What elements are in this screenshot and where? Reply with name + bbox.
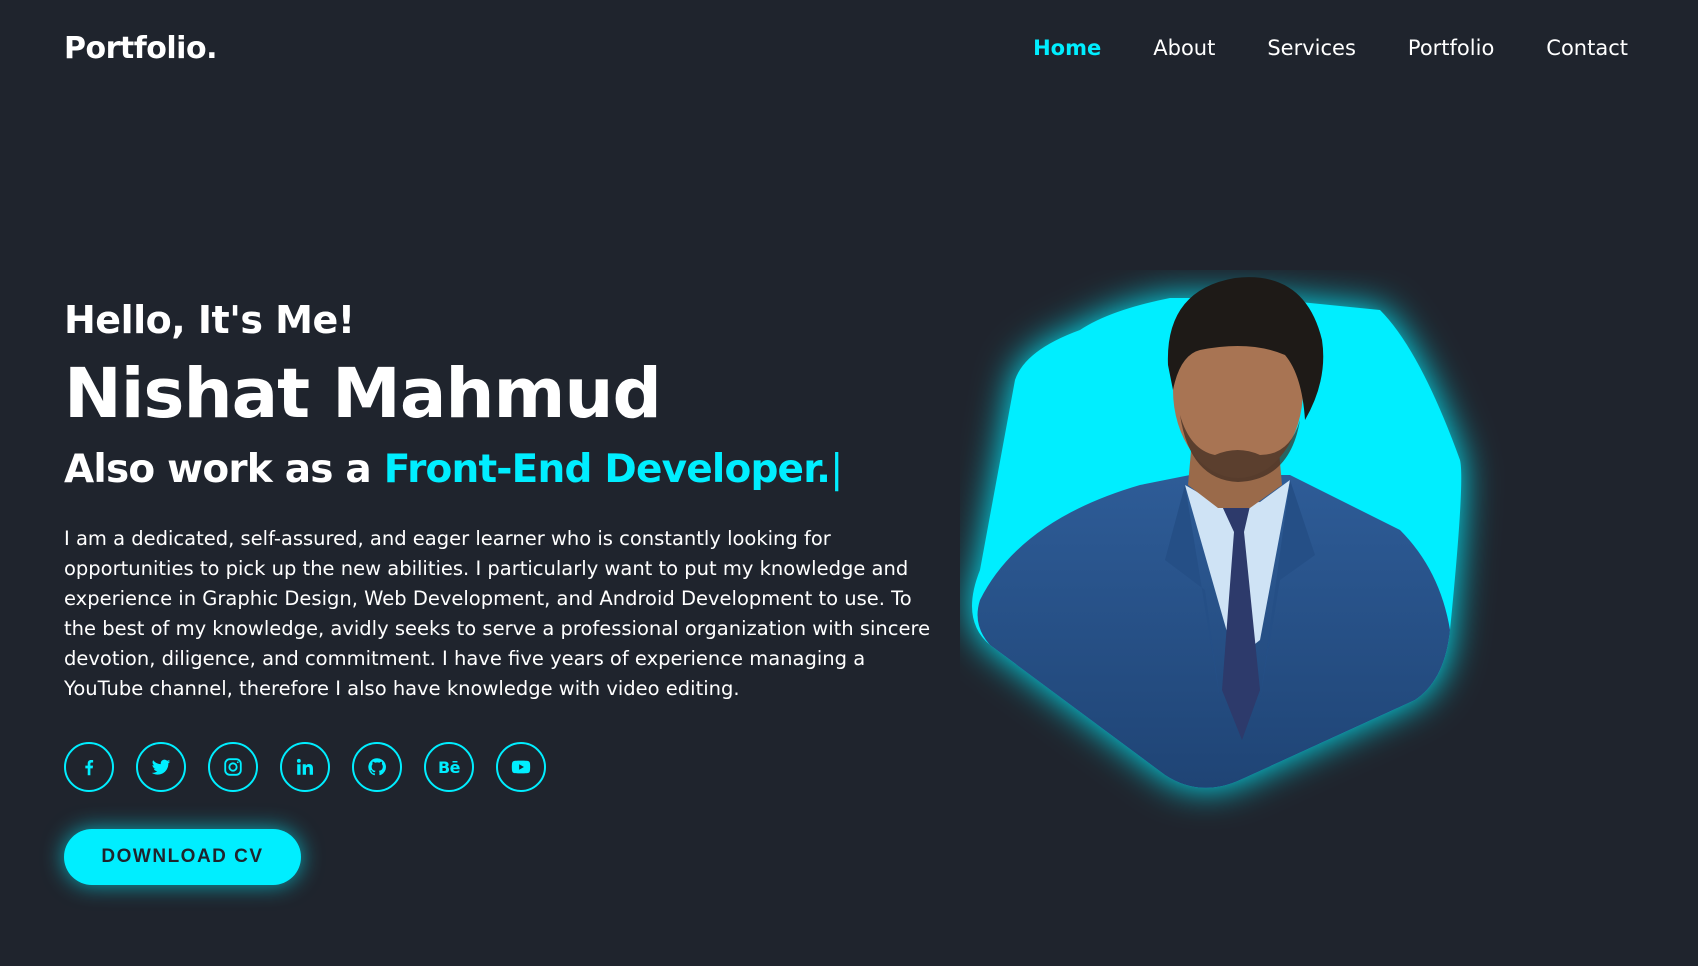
twitter-icon: [151, 759, 171, 775]
github-icon: [368, 758, 386, 776]
site-header: Portfolio. Home About Services Portfolio…: [0, 0, 1698, 96]
page: Portfolio. Home About Services Portfolio…: [0, 0, 1698, 966]
nav-link-home[interactable]: Home: [1033, 36, 1101, 60]
hero-content: Hello, It's Me! Nishat Mahmud Also work …: [64, 292, 964, 885]
nav-link-about[interactable]: About: [1153, 36, 1215, 60]
hero-role: Also work as a Front-End Developer.|: [64, 440, 964, 500]
facebook-icon: [85, 759, 94, 776]
youtube-link[interactable]: [496, 742, 546, 792]
download-cv-button[interactable]: DOWNLOAD CV: [64, 829, 301, 885]
hero-greeting: Hello, It's Me!: [64, 298, 355, 342]
profile-photo: [972, 277, 1462, 788]
instagram-link[interactable]: [208, 742, 258, 792]
behance-icon: Bē: [437, 757, 461, 777]
typing-caret: |: [830, 447, 843, 492]
twitter-link[interactable]: [136, 742, 186, 792]
site-logo[interactable]: Portfolio.: [64, 31, 217, 66]
linkedin-icon: [296, 758, 313, 775]
facebook-link[interactable]: [64, 742, 114, 792]
nav-link-contact[interactable]: Contact: [1546, 36, 1628, 60]
hero-bio: I am a dedicated, self-assured, and eage…: [64, 527, 931, 700]
hero-role-highlight: Front-End Developer.: [383, 447, 831, 492]
nav-link-portfolio[interactable]: Portfolio: [1408, 36, 1494, 60]
nav-link-services[interactable]: Services: [1267, 36, 1356, 60]
linkedin-link[interactable]: [280, 742, 330, 792]
social-links: Bē: [64, 742, 964, 792]
github-link[interactable]: [352, 742, 402, 792]
hero-role-prefix: Also work as a: [64, 447, 384, 492]
hero-image: [960, 270, 1580, 910]
main-nav: Home About Services Portfolio Contact: [981, 36, 1628, 60]
hero-name: Nishat Mahmud: [64, 354, 662, 434]
youtube-icon: [511, 760, 531, 774]
behance-link[interactable]: Bē: [424, 742, 474, 792]
instagram-icon: [224, 758, 242, 776]
